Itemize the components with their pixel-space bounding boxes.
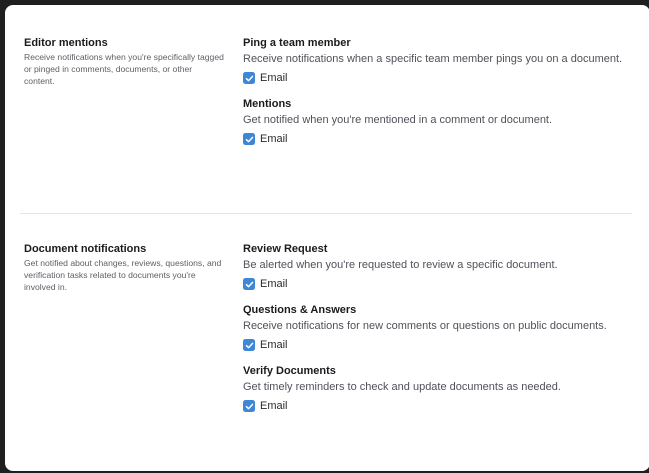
checkbox-label: Email	[260, 133, 288, 145]
setting-description: Get notified when you're mentioned in a …	[243, 114, 553, 126]
email-checkbox[interactable]	[243, 133, 255, 145]
section-items: Ping a team member Receive notifications…	[243, 37, 633, 159]
setting-description: Receive notifications for new comments o…	[243, 320, 607, 332]
checkmark-icon	[245, 281, 253, 287]
checkmark-icon	[245, 136, 253, 142]
setting-title: Mentions	[243, 98, 292, 110]
email-checkbox[interactable]	[243, 339, 255, 351]
section-info: Editor mentions Receive notifications wh…	[24, 37, 224, 87]
setting-title: Questions & Answers	[243, 304, 357, 316]
section-title: Document notifications	[24, 243, 147, 255]
section-info: Document notifications Get notified abou…	[24, 243, 224, 293]
checkbox-label: Email	[260, 339, 288, 351]
section-description: Receive notifications when you're specif…	[24, 52, 224, 86]
section-title: Editor mentions	[24, 37, 108, 49]
email-checkbox-row[interactable]: Email	[243, 278, 633, 290]
email-checkbox-row[interactable]: Email	[243, 400, 633, 412]
setting-title: Verify Documents	[243, 365, 336, 377]
email-checkbox-row[interactable]: Email	[243, 339, 633, 351]
section-description: Get notified about changes, reviews, que…	[24, 258, 222, 292]
setting-title: Ping a team member	[243, 37, 351, 49]
setting-mentions: Mentions Get notified when you're mentio…	[243, 98, 633, 145]
checkmark-icon	[245, 403, 253, 409]
email-checkbox[interactable]	[243, 72, 255, 84]
setting-description: Get timely reminders to check and update…	[243, 381, 561, 393]
setting-ping-team-member: Ping a team member Receive notifications…	[243, 37, 633, 84]
checkmark-icon	[245, 75, 253, 81]
checkbox-label: Email	[260, 278, 288, 290]
setting-description: Receive notifications when a specific te…	[243, 53, 623, 65]
setting-description: Be alerted when you're requested to revi…	[243, 259, 558, 271]
checkbox-label: Email	[260, 72, 288, 84]
setting-questions-answers: Questions & Answers Receive notification…	[243, 304, 633, 351]
section-divider	[20, 213, 632, 214]
email-checkbox-row[interactable]: Email	[243, 133, 633, 145]
email-checkbox-row[interactable]: Email	[243, 72, 633, 84]
setting-title: Review Request	[243, 243, 328, 255]
setting-verify-documents: Verify Documents Get timely reminders to…	[243, 365, 633, 412]
section-items: Review Request Be alerted when you're re…	[243, 243, 633, 426]
setting-review-request: Review Request Be alerted when you're re…	[243, 243, 633, 290]
email-checkbox[interactable]	[243, 278, 255, 290]
email-checkbox[interactable]	[243, 400, 255, 412]
notifications-settings-panel: Editor mentions Receive notifications wh…	[5, 5, 649, 471]
checkmark-icon	[245, 342, 253, 348]
checkbox-label: Email	[260, 400, 288, 412]
